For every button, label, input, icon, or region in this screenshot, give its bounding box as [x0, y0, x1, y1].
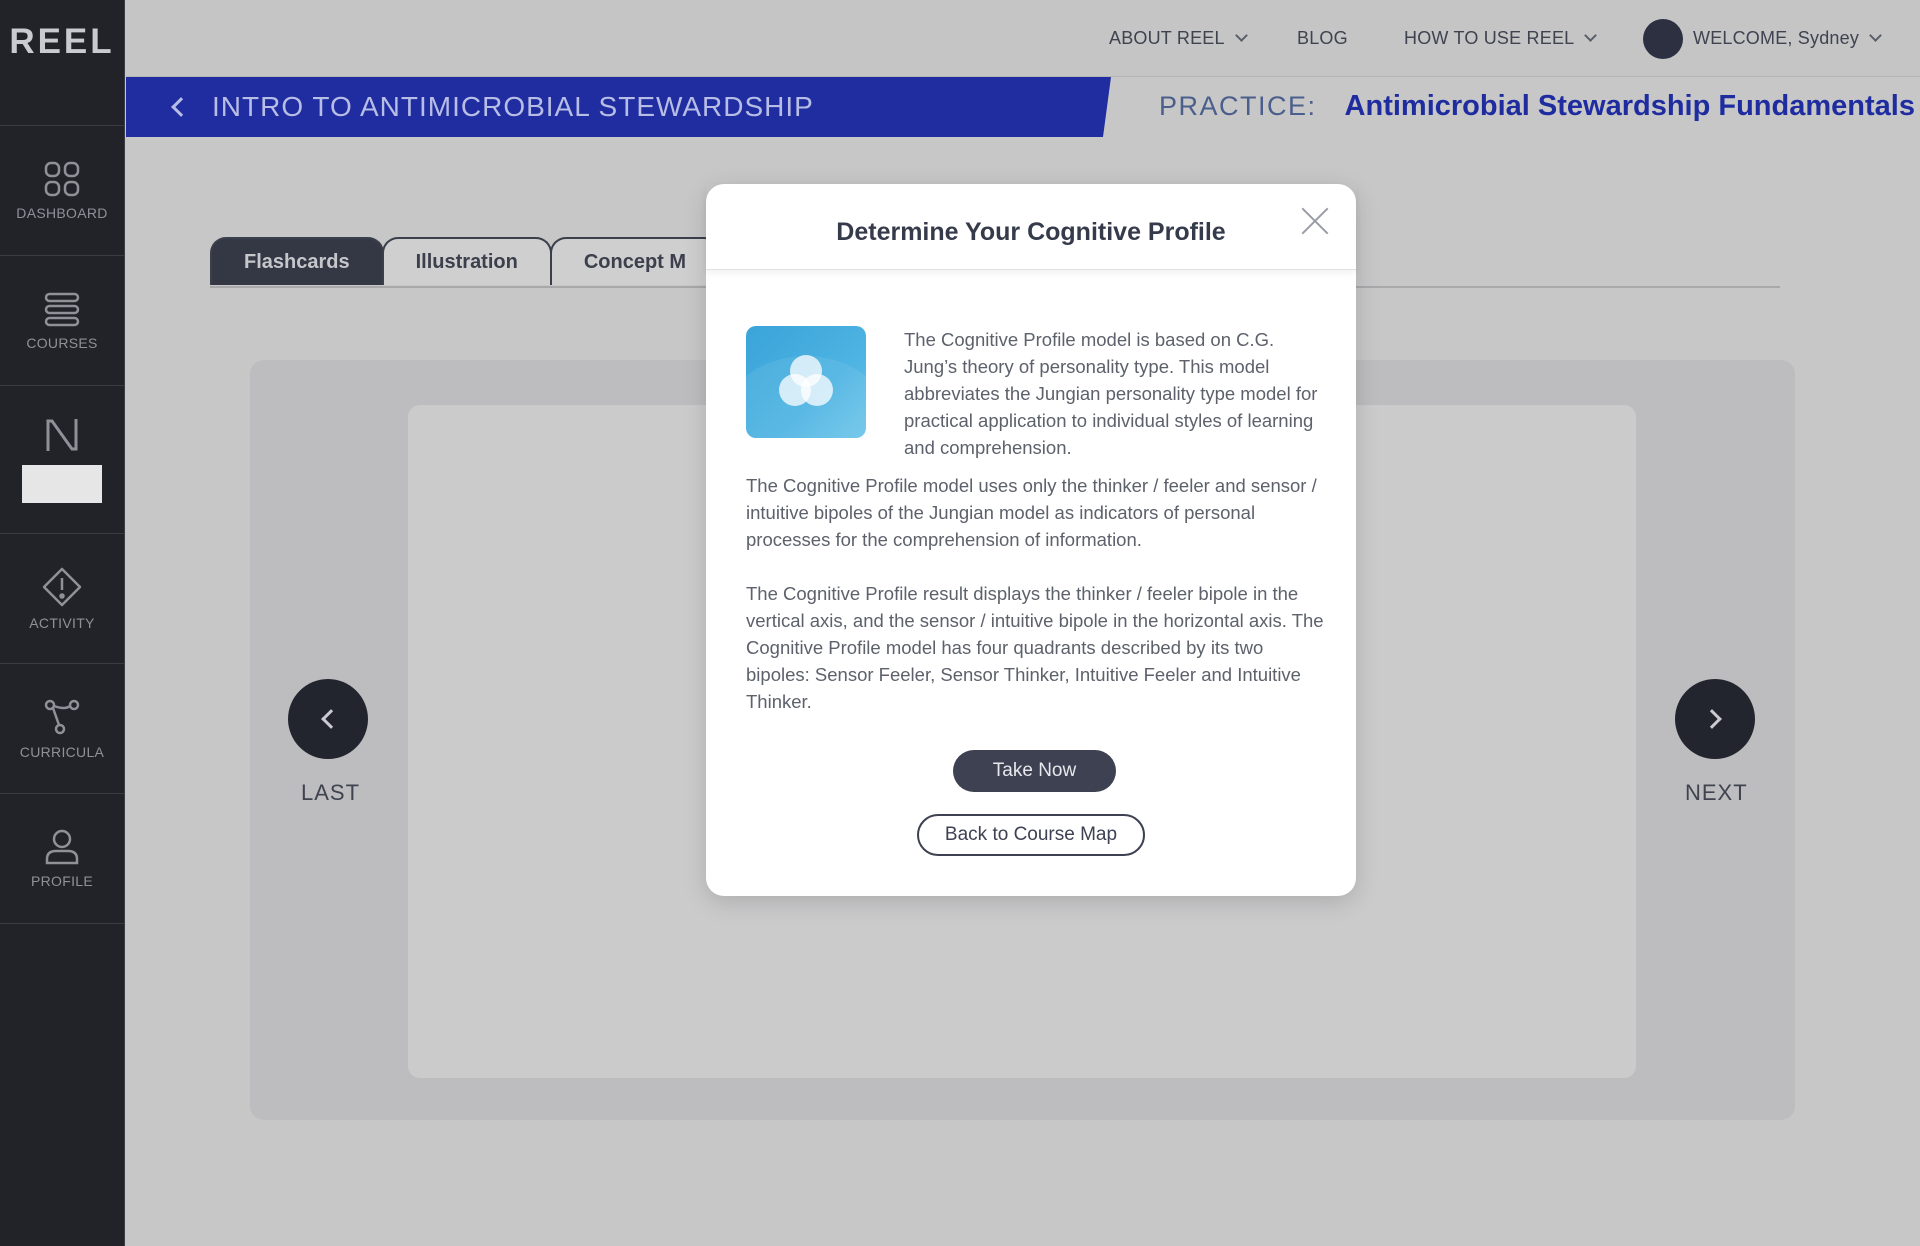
content-tabs: Flashcards Illustration Concept M	[210, 237, 721, 285]
sidebar-item-dashboard[interactable]: DASHBOARD	[0, 126, 124, 256]
about-reel-menu[interactable]: ABOUT REEL	[1109, 0, 1248, 77]
last-label: LAST	[301, 780, 361, 805]
about-reel-label: ABOUT REEL	[1109, 28, 1225, 48]
practice-name: Antimicrobial Stewardship Fundamentals	[1344, 90, 1915, 122]
description-paragraph: The Cognitive Profile model uses only th…	[746, 475, 1317, 550]
sidebar-item-curricula[interactable]: CURRICULA	[0, 664, 124, 794]
chevron-right-icon	[1702, 709, 1722, 729]
last-button[interactable]	[288, 679, 368, 759]
sidebar-item-label: ACTIVITY	[29, 614, 95, 631]
app-logo[interactable]: REEL	[0, 0, 124, 126]
blog-link[interactable]: BLOG	[1297, 0, 1348, 77]
tab-illustration[interactable]: Illustration	[381, 237, 552, 285]
stack-icon	[44, 292, 80, 326]
back-chevron-icon[interactable]	[171, 97, 191, 117]
grid-icon	[44, 161, 80, 196]
sidebar: REEL DASHBOARD COURSES ACTIVITY CURRICUL…	[0, 0, 125, 1246]
take-now-button[interactable]: Take Now	[953, 750, 1116, 792]
sidebar-item-label: CURRICULA	[19, 743, 105, 760]
n-logo-icon	[46, 418, 78, 451]
intro-paragraph: The Cognitive Profile model is based on …	[904, 329, 1318, 458]
course-title-bar: INTRO TO ANTIMICROBIAL STEWARDSHIP	[126, 77, 1111, 137]
chevron-down-icon	[1869, 29, 1882, 42]
branch-icon	[44, 699, 80, 734]
tab-concept-map[interactable]: Concept M	[549, 237, 721, 285]
chevron-down-icon	[1584, 29, 1598, 42]
close-icon[interactable]	[1300, 206, 1330, 236]
sidebar-item-label: PROFILE	[30, 872, 93, 889]
sidebar-item-label: COURSES	[26, 334, 98, 351]
welcome-label: WELCOME, Sydney	[1693, 28, 1860, 48]
avatar	[1643, 18, 1683, 59]
user-menu[interactable]: WELCOME, Sydney	[1643, 0, 1882, 77]
how-to-use-menu[interactable]: HOW TO USE REEL	[1404, 0, 1598, 77]
sidebar-item-courses[interactable]: COURSES	[0, 256, 124, 386]
n-label-placeholder	[22, 464, 102, 503]
user-icon	[45, 829, 79, 864]
venn-circles-icon	[779, 355, 833, 406]
practice-label: PRACTICE:	[1159, 91, 1317, 121]
course-title: INTRO TO ANTIMICROBIAL STEWARDSHIP	[212, 91, 814, 122]
modal-title: Determine Your Cognitive Profile	[836, 218, 1226, 246]
practice-heading: PRACTICE: Antimicrobial Stewardship Fund…	[1159, 90, 1915, 123]
description-paragraph: The Cognitive Profile result displays th…	[746, 583, 1324, 712]
chevron-left-icon	[321, 709, 341, 729]
back-to-course-map-button[interactable]: Back to Course Map	[917, 814, 1145, 856]
chevron-down-icon	[1234, 29, 1248, 42]
modal-intro: The Cognitive Profile model is based on …	[746, 326, 1326, 466]
cognitive-profile-modal: Determine Your Cognitive Profile The Cog…	[706, 184, 1356, 896]
sidebar-item-profile[interactable]: PROFILE	[0, 794, 124, 924]
next-label: NEXT	[1685, 780, 1748, 805]
how-to-use-label: HOW TO USE REEL	[1404, 28, 1575, 48]
cognitive-profile-image	[746, 326, 866, 438]
alert-diamond-icon	[42, 567, 82, 606]
sidebar-item-n[interactable]	[0, 386, 124, 534]
modal-body: The Cognitive Profile model is based on …	[746, 326, 1326, 715]
tab-flashcards[interactable]: Flashcards	[210, 237, 384, 285]
blog-label: BLOG	[1297, 28, 1348, 48]
next-button[interactable]	[1675, 679, 1755, 759]
modal-header: Determine Your Cognitive Profile	[706, 184, 1356, 270]
top-bar: ABOUT REEL BLOG HOW TO USE REEL WELCOME,…	[126, 0, 1920, 77]
sidebar-item-activity[interactable]: ACTIVITY	[0, 534, 124, 664]
sidebar-item-label: DASHBOARD	[16, 204, 108, 221]
